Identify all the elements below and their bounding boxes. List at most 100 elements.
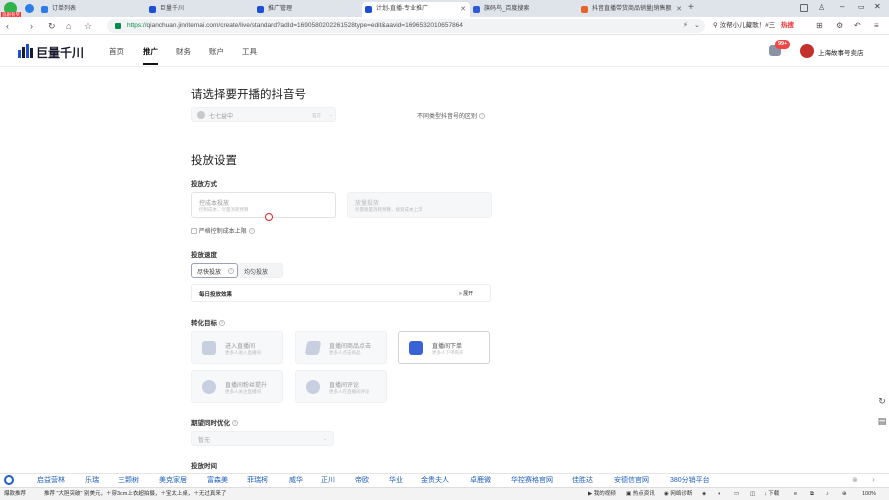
status-network[interactable]: ◉ 网络诊断 xyxy=(664,490,692,499)
goal-comment[interactable]: 直播间评论 更多人在直播间评论 xyxy=(295,370,387,403)
browser-search-input[interactable]: ⚲ 汝帮小儿藏歌！#三 热搜 xyxy=(713,19,811,33)
status-my-video[interactable]: ▶ 我的视频 xyxy=(588,490,616,499)
news-ticker[interactable]: 推荐 "大胆突破" 别美元，＋穿3cm上衣超拍摄，＋宝太上桌，＋无过真来了 xyxy=(44,490,226,499)
bookmark-item[interactable]: 威华 xyxy=(289,476,303,486)
tab-promotion-manage[interactable]: 推广管理 xyxy=(254,2,362,17)
bookmark-item[interactable]: 佳胜达 xyxy=(572,476,593,486)
status-hot-news[interactable]: ▣ 热点资讯 xyxy=(626,490,655,499)
lightning-icon[interactable]: ⚡ xyxy=(683,19,688,33)
speed-option-even[interactable]: 均匀投放 xyxy=(238,263,283,278)
status-download[interactable]: ↓ 下载 xyxy=(764,490,779,499)
tab-orders[interactable]: 订单列表 xyxy=(38,2,146,17)
bookmark-item[interactable]: 启益营林 xyxy=(37,476,65,486)
close-window-icon[interactable]: ✕ xyxy=(874,2,881,11)
bookmark-item[interactable]: 华业 xyxy=(389,476,403,486)
speed-option-fast[interactable]: 尽快投放 ? xyxy=(191,263,238,278)
close-bar-icon[interactable]: ⊗ xyxy=(852,476,858,484)
url-input[interactable]: https://qianchuan.jinritemai.com/create/… xyxy=(107,19,705,33)
daily-effect-panel[interactable]: 每日投放效果 » 展开 xyxy=(191,284,491,302)
bookmark-item[interactable]: 美克家居 xyxy=(159,476,187,486)
tab-baidu-search[interactable]: 旗码鸟_百度搜索 xyxy=(470,2,578,17)
nav-home[interactable]: 首页 xyxy=(109,46,124,57)
douyin-account-select[interactable]: 七七益中 官方 ⌄ xyxy=(191,107,336,122)
deep-optimize-select[interactable]: 暂无 ⌄ xyxy=(191,431,334,446)
shirt-icon[interactable]: ♙ xyxy=(818,3,825,12)
status-copy-icon[interactable]: ⧉ xyxy=(810,490,814,499)
nav-account[interactable]: 账户 xyxy=(209,46,224,57)
account-name[interactable]: 上海故事号卖店 xyxy=(818,47,864,57)
chevron-right-icon[interactable]: › xyxy=(872,475,875,484)
tab-plan-live[interactable]: 计划-直播-专业推广 ✕ xyxy=(362,2,470,17)
forward-icon[interactable]: › xyxy=(30,19,33,33)
status-sound-icon[interactable]: ◐ xyxy=(718,490,721,499)
method-title: 控成本投放 xyxy=(199,201,230,207)
section-title-account: 请选择要开播的抖音号 xyxy=(191,89,306,101)
expand-button[interactable]: » 展开 xyxy=(459,290,473,297)
nav-tools[interactable]: 工具 xyxy=(242,46,257,57)
close-tab-icon[interactable]: ✕ xyxy=(460,2,466,17)
bookmark-item[interactable]: 菲瑞柯 xyxy=(247,476,268,486)
tab-list-icon[interactable] xyxy=(800,4,808,12)
bookmark-item[interactable]: 正川 xyxy=(321,476,335,486)
news-left-label[interactable]: 爆款推荐 xyxy=(4,490,26,499)
feedback-side-icon[interactable]: ▤ xyxy=(876,416,888,428)
status-sound2-icon[interactable]: ♪ xyxy=(826,490,829,499)
status-screen-icon[interactable]: ▭ xyxy=(734,490,739,499)
checkbox-box[interactable] xyxy=(191,228,197,235)
nav-finance[interactable]: 财务 xyxy=(176,46,191,57)
new-tab-button[interactable]: + xyxy=(688,2,694,13)
status-zoom-icon[interactable]: ⊕ xyxy=(842,490,847,499)
maximize-icon[interactable]: ▭ xyxy=(858,3,865,11)
apps-grid-icon[interactable]: ⊞ xyxy=(816,19,823,33)
search-text: 汝帮小儿藏歌！#三 xyxy=(719,22,776,29)
back-icon[interactable]: ‹ xyxy=(6,19,9,33)
sidebar-toggle-icon[interactable] xyxy=(25,4,34,13)
refresh-side-icon[interactable]: ↻ xyxy=(876,396,888,408)
status-ie-icon[interactable]: e xyxy=(794,490,797,499)
goal-title: 进入直播间 xyxy=(225,344,256,350)
chevrons-down-icon: » xyxy=(459,291,462,297)
strict-cost-checkbox[interactable]: 严格控制成本上限? xyxy=(191,226,255,235)
send-icon xyxy=(304,341,322,355)
refresh-icon[interactable]: ↻ xyxy=(48,19,56,33)
method-max-volume[interactable]: 放量投放 尽量跑量消耗预算，接受成本上浮 xyxy=(347,192,492,218)
status-shield-icon[interactable]: ◈ xyxy=(702,490,706,499)
brand-logo[interactable]: 巨量千川 xyxy=(18,44,84,61)
bookmark-item[interactable]: 乐瑞 xyxy=(85,476,99,486)
bookmark-item[interactable]: 卓鹿微 xyxy=(470,476,491,486)
bookmark-item[interactable]: 三颗树 xyxy=(118,476,139,486)
goal-fans[interactable]: 直播间粉丝提升 更多人关注直播间 xyxy=(191,370,283,403)
zoom-level[interactable]: 100% xyxy=(862,490,876,499)
goal-title: 直播间商品点击 xyxy=(329,344,372,350)
method-control-cost[interactable]: 控成本投放 控制成本，尽量消耗预算 xyxy=(191,192,336,218)
goal-enter-live[interactable]: 进入直播间 更多人进入直播间 xyxy=(191,331,283,364)
status-layout-icon[interactable]: ◫ xyxy=(750,490,755,499)
search-icon[interactable] xyxy=(4,475,14,485)
undo-icon[interactable]: ↶ xyxy=(854,19,861,33)
bookmark-item[interactable]: 帝欧 xyxy=(355,476,369,486)
menu-icon[interactable]: ≡ xyxy=(874,19,879,33)
nav-promotion[interactable]: 推广 xyxy=(143,46,158,65)
tab-label: 推广管理 xyxy=(268,6,293,12)
bookmark-item[interactable]: 富森美 xyxy=(207,476,228,486)
goal-desc: 更多人下单购买 xyxy=(432,350,464,355)
dropdown-icon[interactable]: ⌄ xyxy=(694,19,700,33)
bookmark-item[interactable]: 380分销平台 xyxy=(670,476,710,486)
goal-product-click[interactable]: 直播间商品点击 更多人点击商品 xyxy=(295,331,387,364)
account-type-tag: 官方 xyxy=(312,113,321,118)
bookmark-item[interactable]: 华控赛格官网 xyxy=(511,476,553,486)
hot-search-badge[interactable]: 热搜 xyxy=(781,22,794,29)
home-icon[interactable]: ⌂ xyxy=(66,19,71,33)
close-tab-icon[interactable]: ✕ xyxy=(676,2,682,17)
settings-icon[interactable]: ⚙ xyxy=(836,19,843,33)
minimize-icon[interactable]: – xyxy=(840,2,844,11)
goal-live-order[interactable]: 直播间下单 更多人下单购买 xyxy=(398,331,490,364)
method-label: 投放方式 xyxy=(191,181,217,188)
tab-qianchuan[interactable]: 巨量千川 xyxy=(146,2,254,17)
account-type-help-link[interactable]: 不同类型抖音号的区别? xyxy=(417,111,486,120)
star-icon[interactable]: ☆ xyxy=(84,19,92,33)
bookmark-item[interactable]: 安德信官网 xyxy=(614,476,649,486)
avatar[interactable] xyxy=(800,44,814,58)
bookmark-item[interactable]: 金贵夫人 xyxy=(421,476,449,486)
tab-douyin-ranking[interactable]: 抖音直播带货商品销量|销售额|排行榜 ✕ xyxy=(578,2,686,17)
